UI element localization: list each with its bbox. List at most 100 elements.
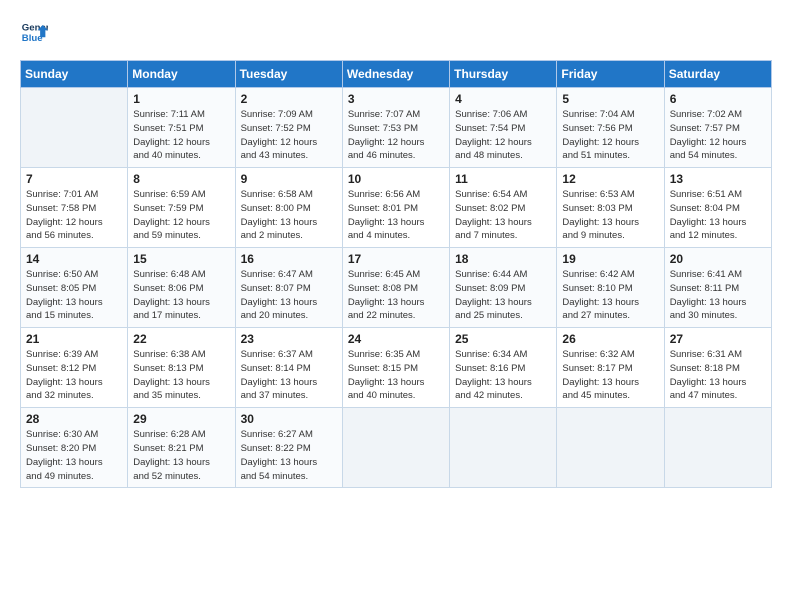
day-number: 5 (562, 92, 658, 106)
day-info: Sunrise: 6:53 AM Sunset: 8:03 PM Dayligh… (562, 188, 658, 243)
calendar-cell: 13 Sunrise: 6:51 AM Sunset: 8:04 PM Dayli… (664, 168, 771, 248)
day-number: 7 (26, 172, 122, 186)
calendar-cell: 16Sunrise: 6:47 AM Sunset: 8:07 PM Dayli… (235, 248, 342, 328)
day-info: Sunrise: 6:54 AM Sunset: 8:02 PM Dayligh… (455, 188, 551, 243)
day-number: 24 (348, 332, 444, 346)
calendar-cell: 24 Sunrise: 6:35 AM Sunset: 8:15 PM Dayli… (342, 328, 449, 408)
day-info: Sunrise: 6:41 AM Sunset: 8:11 PM Dayligh… (670, 268, 766, 323)
calendar-cell: 7Sunrise: 7:01 AM Sunset: 7:58 PM Daylig… (21, 168, 128, 248)
calendar-col-wednesday: Wednesday (342, 61, 449, 88)
day-info: Sunrise: 6:32 AM Sunset: 8:17 PM Dayligh… (562, 348, 658, 403)
day-info: Sunrise: 7:02 AM Sunset: 7:57 PM Dayligh… (670, 108, 766, 163)
calendar-cell: 3 Sunrise: 7:07 AM Sunset: 7:53 PM Daylig… (342, 88, 449, 168)
calendar-col-sunday: Sunday (21, 61, 128, 88)
day-info: Sunrise: 6:35 AM Sunset: 8:15 PM Dayligh… (348, 348, 444, 403)
day-number: 22 (133, 332, 229, 346)
day-number: 18 (455, 252, 551, 266)
calendar-week-row: 28Sunrise: 6:30 AM Sunset: 8:20 PM Dayli… (21, 408, 772, 488)
day-info: Sunrise: 6:27 AM Sunset: 8:22 PM Dayligh… (241, 428, 337, 483)
calendar-cell: 1Sunrise: 7:11 AM Sunset: 7:51 PM Daylig… (128, 88, 235, 168)
calendar: SundayMondayTuesdayWednesdayThursdayFrid… (20, 60, 772, 488)
calendar-cell: 29Sunrise: 6:28 AM Sunset: 8:21 PM Dayli… (128, 408, 235, 488)
day-number: 13 (670, 172, 766, 186)
day-info: Sunrise: 6:37 AM Sunset: 8:14 PM Dayligh… (241, 348, 337, 403)
svg-text:Blue: Blue (22, 33, 43, 44)
logo: General Blue (20, 18, 48, 46)
header: General Blue (20, 18, 772, 46)
day-info: Sunrise: 7:04 AM Sunset: 7:56 PM Dayligh… (562, 108, 658, 163)
day-info: Sunrise: 6:30 AM Sunset: 8:20 PM Dayligh… (26, 428, 122, 483)
calendar-cell (664, 408, 771, 488)
day-info: Sunrise: 6:42 AM Sunset: 8:10 PM Dayligh… (562, 268, 658, 323)
day-info: Sunrise: 6:31 AM Sunset: 8:18 PM Dayligh… (670, 348, 766, 403)
calendar-cell: 9Sunrise: 6:58 AM Sunset: 8:00 PM Daylig… (235, 168, 342, 248)
calendar-cell: 15 Sunrise: 6:48 AM Sunset: 8:06 PM Dayli… (128, 248, 235, 328)
day-info: Sunrise: 7:11 AM Sunset: 7:51 PM Dayligh… (133, 108, 229, 163)
day-number: 2 (241, 92, 337, 106)
day-number: 11 (455, 172, 551, 186)
calendar-cell: 26 Sunrise: 6:32 AM Sunset: 8:17 PM Dayli… (557, 328, 664, 408)
day-info: Sunrise: 6:51 AM Sunset: 8:04 PM Dayligh… (670, 188, 766, 243)
calendar-header-row: SundayMondayTuesdayWednesdayThursdayFrid… (21, 61, 772, 88)
calendar-cell (21, 88, 128, 168)
calendar-cell: 23 Sunrise: 6:37 AM Sunset: 8:14 PM Dayli… (235, 328, 342, 408)
day-info: Sunrise: 6:44 AM Sunset: 8:09 PM Dayligh… (455, 268, 551, 323)
calendar-cell: 10Sunrise: 6:56 AM Sunset: 8:01 PM Dayli… (342, 168, 449, 248)
calendar-cell: 6 Sunrise: 7:02 AM Sunset: 7:57 PM Daylig… (664, 88, 771, 168)
day-info: Sunrise: 6:56 AM Sunset: 8:01 PM Dayligh… (348, 188, 444, 243)
calendar-week-row: 7Sunrise: 7:01 AM Sunset: 7:58 PM Daylig… (21, 168, 772, 248)
day-number: 20 (670, 252, 766, 266)
day-info: Sunrise: 6:48 AM Sunset: 8:06 PM Dayligh… (133, 268, 229, 323)
day-info: Sunrise: 6:38 AM Sunset: 8:13 PM Dayligh… (133, 348, 229, 403)
calendar-cell: 19 Sunrise: 6:42 AM Sunset: 8:10 PM Dayli… (557, 248, 664, 328)
day-number: 25 (455, 332, 551, 346)
calendar-col-monday: Monday (128, 61, 235, 88)
logo-icon: General Blue (20, 18, 48, 46)
day-info: Sunrise: 6:45 AM Sunset: 8:08 PM Dayligh… (348, 268, 444, 323)
calendar-cell: 17 Sunrise: 6:45 AM Sunset: 8:08 PM Dayli… (342, 248, 449, 328)
day-info: Sunrise: 6:34 AM Sunset: 8:16 PM Dayligh… (455, 348, 551, 403)
calendar-week-row: 21 Sunrise: 6:39 AM Sunset: 8:12 PM Dayli… (21, 328, 772, 408)
day-info: Sunrise: 7:09 AM Sunset: 7:52 PM Dayligh… (241, 108, 337, 163)
day-number: 14 (26, 252, 122, 266)
calendar-cell: 20 Sunrise: 6:41 AM Sunset: 8:11 PM Dayli… (664, 248, 771, 328)
calendar-cell: 11 Sunrise: 6:54 AM Sunset: 8:02 PM Dayli… (450, 168, 557, 248)
calendar-cell: 4 Sunrise: 7:06 AM Sunset: 7:54 PM Daylig… (450, 88, 557, 168)
calendar-cell: 22 Sunrise: 6:38 AM Sunset: 8:13 PM Dayli… (128, 328, 235, 408)
calendar-cell: 2 Sunrise: 7:09 AM Sunset: 7:52 PM Daylig… (235, 88, 342, 168)
day-info: Sunrise: 6:59 AM Sunset: 7:59 PM Dayligh… (133, 188, 229, 243)
day-number: 26 (562, 332, 658, 346)
calendar-cell (557, 408, 664, 488)
calendar-cell: 8 Sunrise: 6:59 AM Sunset: 7:59 PM Daylig… (128, 168, 235, 248)
day-info: Sunrise: 7:06 AM Sunset: 7:54 PM Dayligh… (455, 108, 551, 163)
calendar-cell: 28Sunrise: 6:30 AM Sunset: 8:20 PM Dayli… (21, 408, 128, 488)
day-number: 4 (455, 92, 551, 106)
day-number: 8 (133, 172, 229, 186)
calendar-col-thursday: Thursday (450, 61, 557, 88)
day-info: Sunrise: 6:39 AM Sunset: 8:12 PM Dayligh… (26, 348, 122, 403)
day-number: 3 (348, 92, 444, 106)
day-number: 17 (348, 252, 444, 266)
calendar-cell (342, 408, 449, 488)
calendar-cell: 18 Sunrise: 6:44 AM Sunset: 8:09 PM Dayli… (450, 248, 557, 328)
day-number: 12 (562, 172, 658, 186)
day-number: 23 (241, 332, 337, 346)
day-info: Sunrise: 6:47 AM Sunset: 8:07 PM Dayligh… (241, 268, 337, 323)
calendar-cell: 30 Sunrise: 6:27 AM Sunset: 8:22 PM Dayli… (235, 408, 342, 488)
day-info: Sunrise: 7:07 AM Sunset: 7:53 PM Dayligh… (348, 108, 444, 163)
day-number: 6 (670, 92, 766, 106)
calendar-cell (450, 408, 557, 488)
day-number: 19 (562, 252, 658, 266)
calendar-week-row: 1Sunrise: 7:11 AM Sunset: 7:51 PM Daylig… (21, 88, 772, 168)
day-number: 27 (670, 332, 766, 346)
calendar-col-friday: Friday (557, 61, 664, 88)
day-number: 30 (241, 412, 337, 426)
day-number: 15 (133, 252, 229, 266)
day-info: Sunrise: 6:28 AM Sunset: 8:21 PM Dayligh… (133, 428, 229, 483)
calendar-cell: 5 Sunrise: 7:04 AM Sunset: 7:56 PM Daylig… (557, 88, 664, 168)
calendar-cell: 25 Sunrise: 6:34 AM Sunset: 8:16 PM Dayli… (450, 328, 557, 408)
day-number: 21 (26, 332, 122, 346)
day-number: 9 (241, 172, 337, 186)
calendar-cell: 12 Sunrise: 6:53 AM Sunset: 8:03 PM Dayli… (557, 168, 664, 248)
day-info: Sunrise: 6:50 AM Sunset: 8:05 PM Dayligh… (26, 268, 122, 323)
